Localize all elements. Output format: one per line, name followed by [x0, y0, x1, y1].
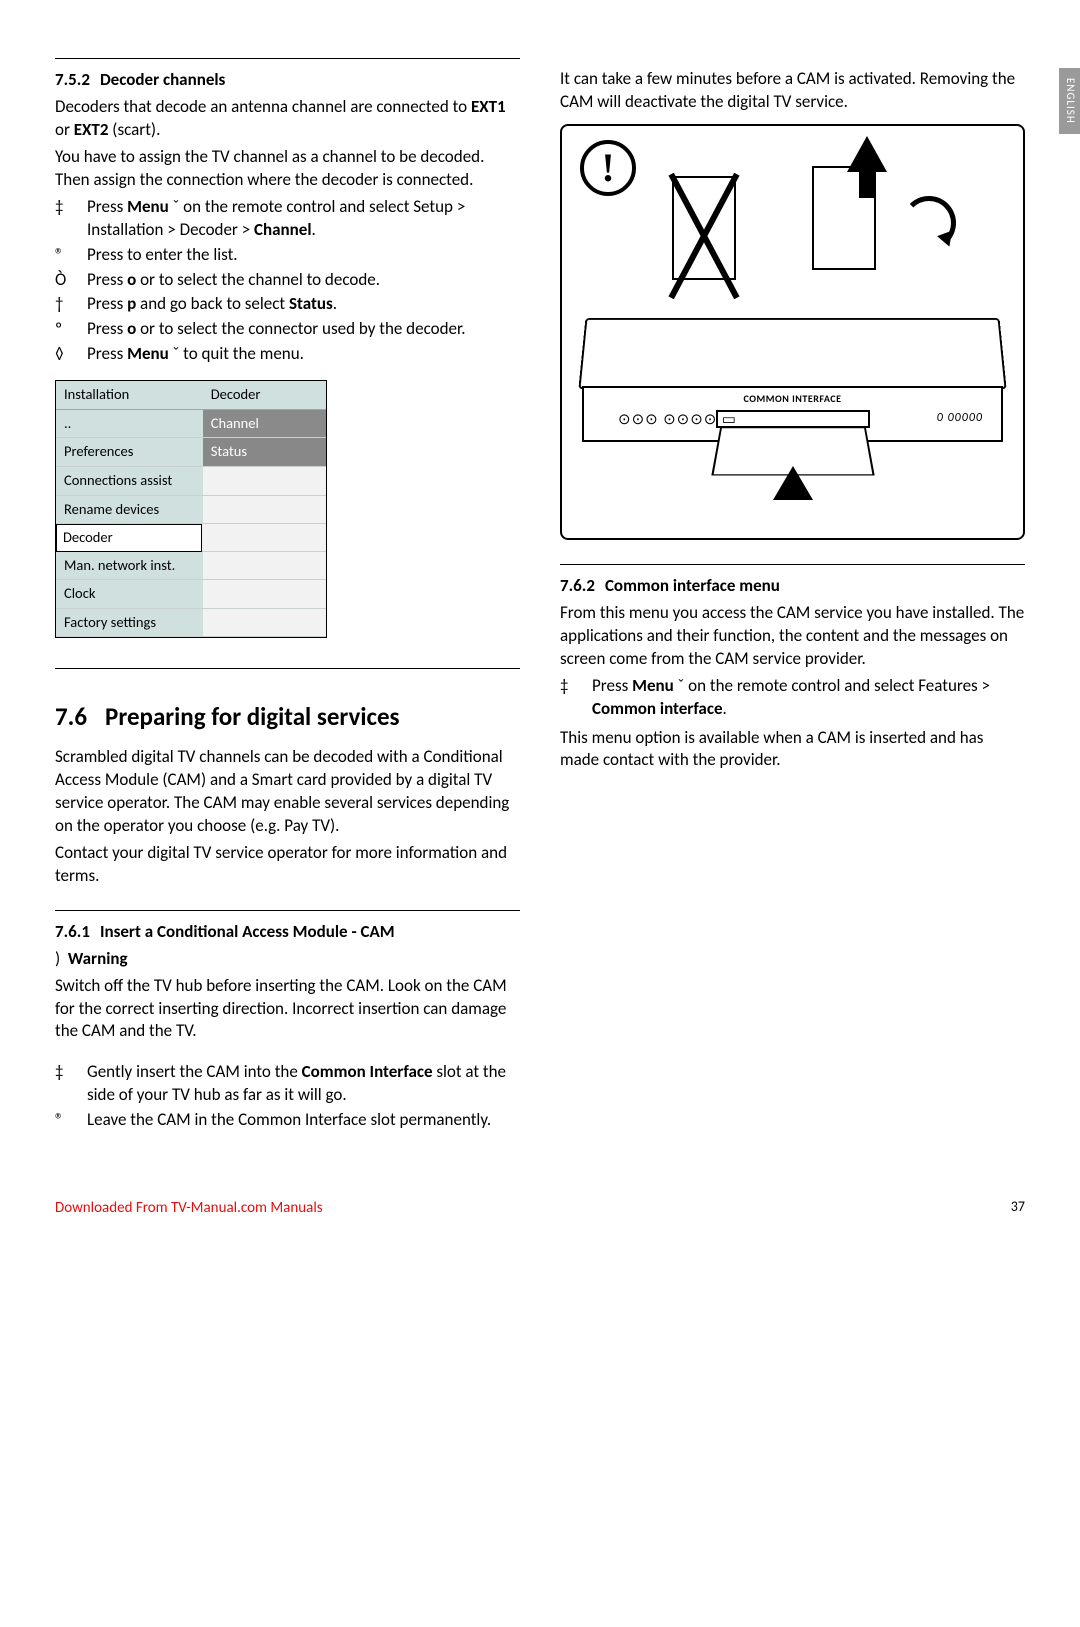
hub-top [578, 318, 1006, 389]
step-mark: ‡ [55, 1061, 77, 1107]
step-mark: ‡ [560, 675, 582, 721]
ci-slot [716, 410, 870, 428]
cross-icon [664, 166, 744, 286]
step-body: Press o or to select the channel to deco… [87, 269, 520, 292]
step-body: Leave the CAM in the Common Interface sl… [87, 1109, 520, 1132]
menu-header: Installation Decoder [56, 381, 326, 410]
menu-row: Man. network inst. [56, 552, 326, 581]
diagram-top: ! [572, 136, 1013, 296]
vents: 0 00000 [937, 410, 983, 426]
para: You have to assign the TV channel as a c… [55, 146, 520, 192]
rule [55, 58, 520, 59]
menu-row: Factory settings [56, 609, 326, 638]
step-body: Press to enter the list. [87, 244, 520, 267]
step: ® Leave the CAM in the Common Interface s… [55, 1109, 520, 1132]
para: Contact your digital TV service operator… [55, 842, 520, 888]
step: ® Press to enter the list. [55, 244, 520, 267]
language-tab: ENGLISH [1059, 68, 1080, 134]
rotate-arrow-icon [902, 196, 956, 250]
menu-col-1: Installation [56, 381, 203, 410]
text: (scart). [108, 119, 160, 140]
menu-row: PreferencesStatus [56, 438, 326, 467]
footer-left: Downloaded From TV-Manual.com Manuals [55, 1198, 323, 1218]
sec-title: Decoder channels [100, 69, 225, 90]
para: Switch off the TV hub before inserting t… [55, 975, 520, 1044]
menu-col-2: Decoder [203, 381, 326, 410]
heading-7-5-2: 7.5.2 Decoder channels [55, 69, 520, 92]
sec-title: Common interface menu [605, 575, 780, 596]
step: º Press o or to select the connector used… [55, 318, 520, 341]
step-body: Press Menu ˇ on the remote control and s… [592, 675, 1025, 721]
page-number: 37 [1011, 1198, 1025, 1218]
arrow-up-icon [847, 136, 887, 172]
step-body: Press p and go back to select Status. [87, 293, 520, 316]
step: ‡Press Menu ˇ on the remote control and … [55, 196, 520, 242]
footer: Downloaded From TV-Manual.com Manuals 37 [55, 1198, 1025, 1218]
text-bold: EXT1 [471, 96, 506, 117]
steps-762: ‡Press Menu ˇ on the remote control and … [560, 675, 1025, 721]
step-body: Press Menu ˇ to quit the menu. [87, 343, 520, 366]
step-mark: º [55, 318, 77, 341]
download-source: Downloaded From TV-Manual.com Manuals [55, 1199, 323, 1217]
step: Ò Press o or to select the channel to dec… [55, 269, 520, 292]
tv-hub: COMMON INTERFACE ⊙⊙⊙ ⊙⊙⊙⊙ ▭ 0 00000 [582, 316, 1003, 496]
para: This menu option is available when a CAM… [560, 727, 1025, 773]
para: It can take a few minutes before a CAM i… [560, 68, 1025, 114]
step-mark: Ò [55, 269, 77, 292]
rule [560, 564, 1025, 565]
para: Decoders that decode an antenna channel … [55, 96, 520, 142]
menu-row-selected: Decoder [56, 524, 326, 552]
step-body: Gently insert the CAM into the Common In… [87, 1061, 520, 1107]
decoder-menu-table: Installation Decoder ..Channel Preferenc… [55, 380, 327, 638]
rule [55, 668, 520, 669]
text: Decoders that decode an antenna channel … [55, 96, 471, 117]
text-bold: EXT2 [74, 119, 109, 140]
steps-761: ‡Gently insert the CAM into the Common I… [55, 1061, 520, 1132]
warning-label: Warning [68, 948, 128, 969]
sec-title: Insert a Conditional Access Module - CAM [100, 921, 395, 942]
steps-752: ‡Press Menu ˇ on the remote control and … [55, 196, 520, 367]
menu-row: ..Channel [56, 410, 326, 439]
menu-row: Clock [56, 580, 326, 609]
cam-insert-diagram: ! COMMON INTERFACE ⊙⊙⊙ ⊙⊙⊙⊙ ▭ 0 00000 [560, 124, 1025, 540]
sec-title: Preparing for digital services [105, 703, 399, 732]
step-mark: ‡ [55, 196, 77, 242]
warning-icon: ! [580, 140, 636, 196]
para: Scrambled digital TV channels can be dec… [55, 746, 520, 838]
para: From this menu you access the CAM servic… [560, 602, 1025, 671]
warning-line: ) Warning [55, 948, 520, 971]
sec-num: 7.6.1 [55, 921, 90, 942]
warning-icon: ) [55, 948, 60, 969]
ci-label: COMMON INTERFACE [744, 392, 842, 406]
step-mark: ® [55, 1109, 77, 1132]
heading-7-6-2: 7.6.2 Common interface menu [560, 575, 1025, 598]
content-columns: 7.5.2 Decoder channels Decoders that deco… [55, 50, 1025, 1138]
step-body: Press o or to select the connector used … [87, 318, 520, 341]
sec-num: 7.6 [55, 703, 87, 732]
step: ‡Press Menu ˇ on the remote control and … [560, 675, 1025, 721]
step-mark: ◊ [55, 343, 77, 366]
rule [55, 910, 520, 911]
step-body: Press Menu ˇ on the remote control and s… [87, 196, 520, 242]
left-column: 7.5.2 Decoder channels Decoders that deco… [55, 50, 520, 1138]
step: † Press p and go back to select Status. [55, 293, 520, 316]
arrow-up-icon [773, 466, 813, 500]
sec-num: 7.5.2 [55, 69, 90, 90]
heading-7-6-1: 7.6.1 Insert a Conditional Access Module … [55, 921, 520, 944]
menu-row: Connections assist [56, 467, 326, 496]
menu-row: Rename devices [56, 496, 326, 525]
step: ◊ Press Menu ˇ to quit the menu. [55, 343, 520, 366]
step: ‡Gently insert the CAM into the Common I… [55, 1061, 520, 1107]
step-mark: † [55, 293, 77, 316]
sec-num: 7.6.2 [560, 575, 595, 596]
heading-7-6: 7.6 Preparing for digital services [55, 703, 520, 732]
text: or [55, 119, 74, 140]
right-column: It can take a few minutes before a CAM i… [560, 50, 1025, 1138]
step-mark: ® [55, 244, 77, 267]
